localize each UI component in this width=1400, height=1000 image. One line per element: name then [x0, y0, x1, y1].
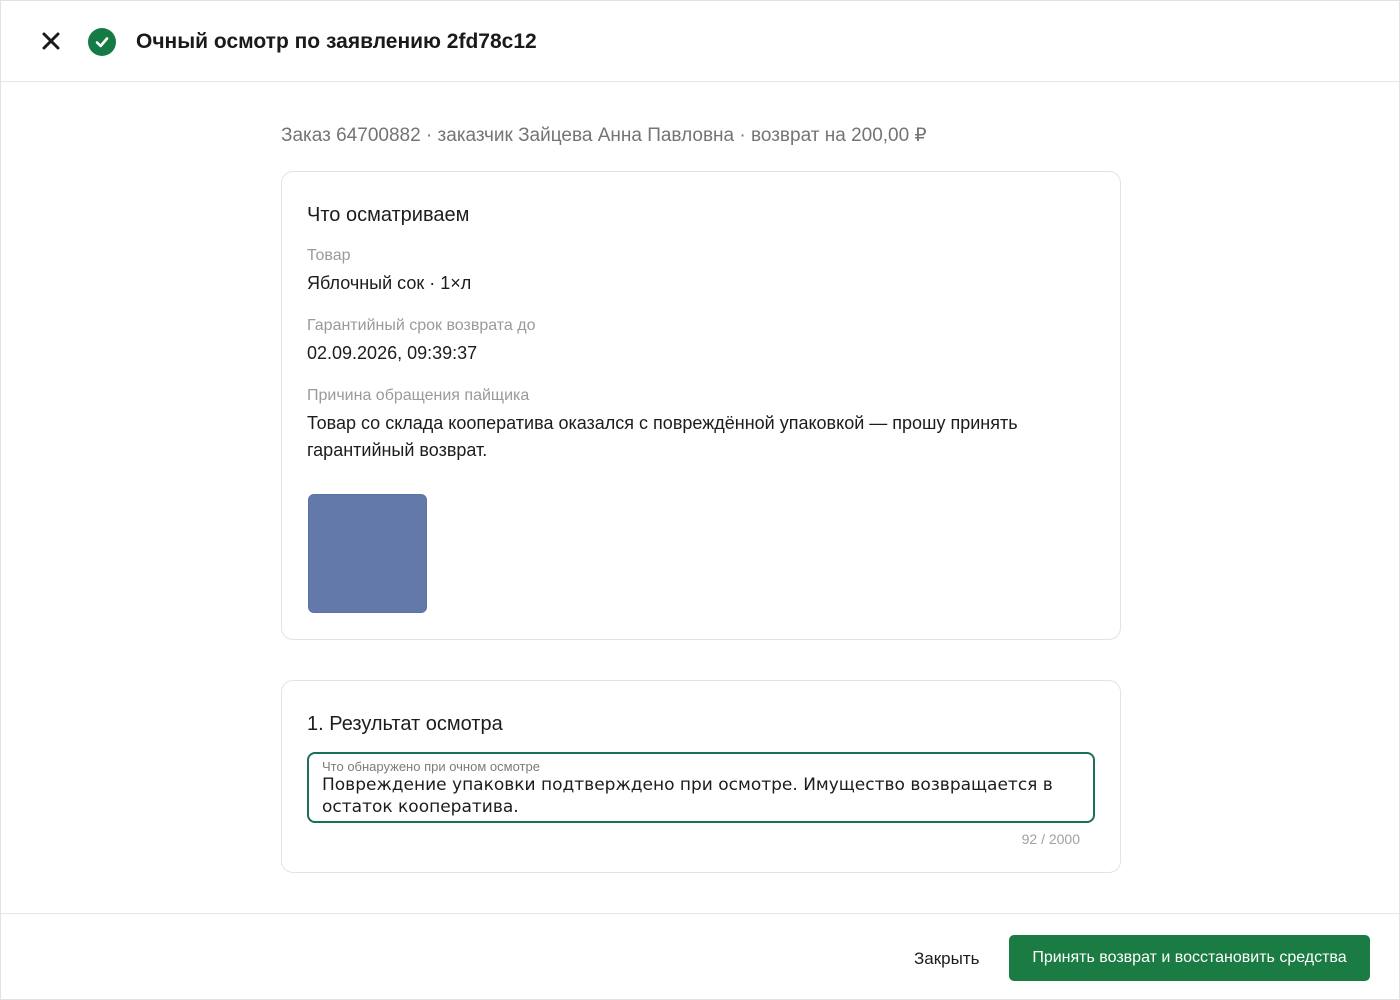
findings-field-label: Что обнаружено при очном осмотре	[322, 759, 540, 774]
close-icon[interactable]	[41, 31, 61, 51]
order-summary: Заказ 64700882 · заказчик Зайцева Анна П…	[281, 125, 927, 146]
warranty-deadline-value: 02.09.2026, 09:39:37	[307, 343, 478, 363]
inspection-dialog: Очный осмотр по заявлению 2fd78c12 Заказ…	[0, 0, 1400, 1000]
section-title: 1. Результат осмотра	[307, 713, 503, 735]
reason-label: Причина обращения пайщика	[307, 387, 530, 404]
product-label: Товар	[307, 247, 351, 264]
close-button[interactable]	[35, 25, 67, 57]
findings-field-value[interactable]: Повреждение упаковки подтверждено при ос…	[322, 774, 1082, 818]
check-circle-icon	[88, 28, 116, 56]
inspection-subject-card: Что осматриваем Товар Яблочный сок · 1×л…	[281, 171, 1121, 640]
character-counter: 92 / 2000	[1021, 831, 1080, 847]
dialog-header: Очный осмотр по заявлению 2fd78c12	[1, 1, 1399, 82]
inspection-findings-field[interactable]: Что обнаружено при очном осмотре Поврежд…	[307, 752, 1095, 823]
close-dialog-button[interactable]: Закрыть	[900, 944, 993, 974]
warranty-deadline-label: Гарантийный срок возврата до	[307, 317, 536, 334]
dialog-footer: Закрыть Принять возврат и восстановить с…	[1, 913, 1399, 999]
accept-return-button[interactable]: Принять возврат и восстановить средства	[1009, 935, 1370, 981]
reason-value: Товар со склада кооператива оказался с п…	[307, 413, 1018, 460]
product-value: Яблочный сок · 1×л	[307, 273, 472, 293]
attached-photo-thumbnail[interactable]	[308, 494, 427, 613]
card-title: Что осматриваем	[307, 204, 470, 226]
page-title: Очный осмотр по заявлению 2fd78c12	[136, 30, 537, 53]
inspection-result-card: 1. Результат осмотра Что обнаружено при …	[281, 680, 1121, 873]
